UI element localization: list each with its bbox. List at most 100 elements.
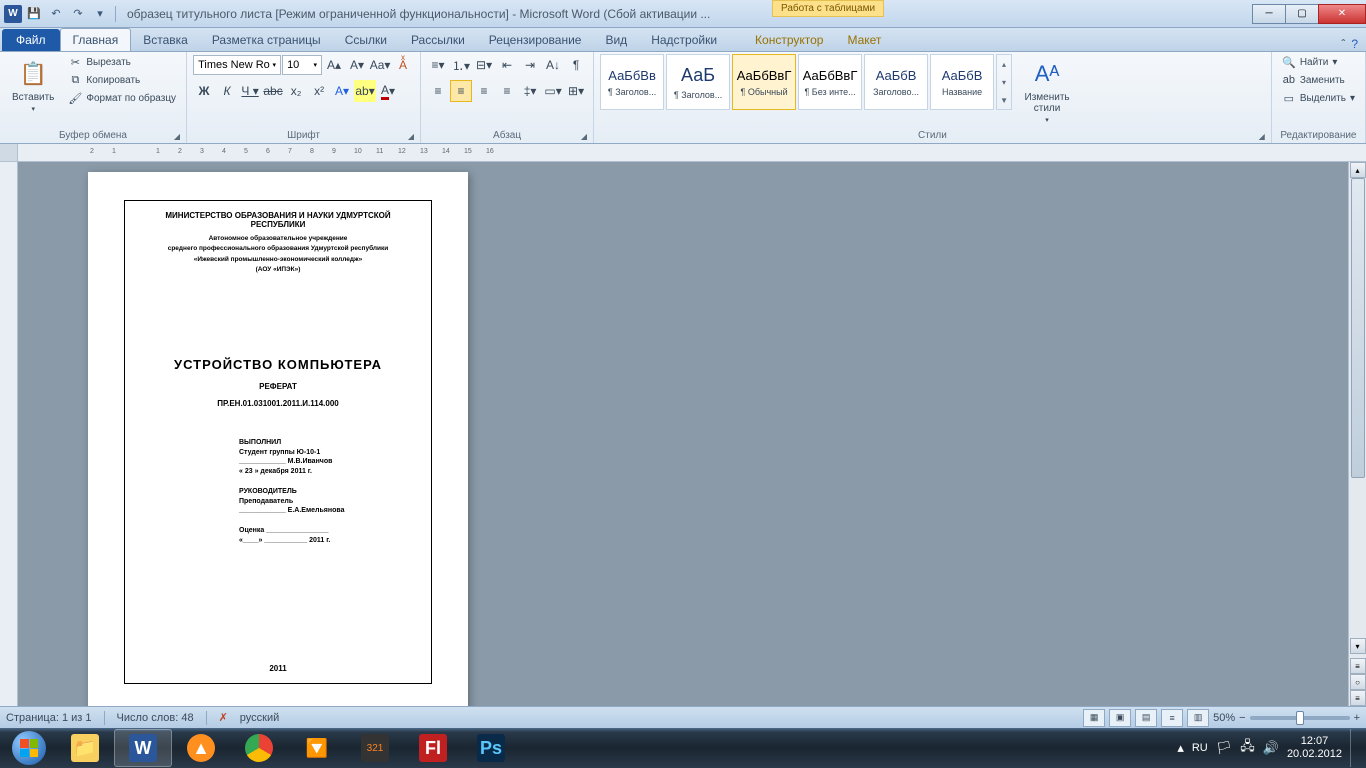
change-case-button[interactable]: Aa▾ [369, 54, 391, 76]
replace-button[interactable]: abЗаменить [1278, 72, 1359, 88]
zoom-slider-thumb[interactable] [1296, 711, 1304, 725]
underline-button[interactable]: Ч ▾ [239, 80, 261, 102]
zoom-in-button[interactable]: + [1354, 712, 1360, 724]
font-launcher[interactable]: ◢ [408, 132, 414, 141]
qat-customize-icon[interactable]: ▾ [90, 4, 110, 24]
close-button[interactable]: ✕ [1318, 4, 1366, 24]
view-full-screen[interactable]: ▣ [1109, 709, 1131, 727]
decrease-indent-button[interactable]: ⇤ [496, 54, 518, 76]
style-subtitle[interactable]: АаБбВНазвание [930, 54, 994, 110]
font-size-combo[interactable]: 10▾ [282, 55, 322, 75]
increase-indent-button[interactable]: ⇥ [519, 54, 541, 76]
bullets-button[interactable]: ≡▾ [427, 54, 449, 76]
tray-clock[interactable]: 12:07 20.02.2012 [1287, 735, 1342, 761]
view-web-layout[interactable]: ▤ [1135, 709, 1157, 727]
tab-page-layout[interactable]: Разметка страницы [200, 29, 333, 51]
scroll-up-button[interactable]: ▴ [1350, 162, 1366, 178]
shading-button[interactable]: ▭▾ [542, 80, 564, 102]
highlight-button[interactable]: ab▾ [354, 80, 376, 102]
subscript-button[interactable]: x₂ [285, 80, 307, 102]
sort-button[interactable]: A↓ [542, 54, 564, 76]
shrink-font-button[interactable]: A▾ [346, 54, 368, 76]
text-effects-button[interactable]: A▾ [331, 80, 353, 102]
justify-button[interactable]: ≡ [496, 80, 518, 102]
task-mpc[interactable]: 321 [346, 729, 404, 767]
task-photoshop[interactable]: Ps [462, 729, 520, 767]
style-no-spacing[interactable]: АаБбВвГ¶ Без инте... [798, 54, 862, 110]
align-left-button[interactable]: ≡ [427, 80, 449, 102]
styles-launcher[interactable]: ◢ [1259, 132, 1265, 141]
find-button[interactable]: 🔍Найти ▾ [1278, 54, 1359, 70]
copy-button[interactable]: ⧉Копировать [64, 72, 180, 88]
tab-insert[interactable]: Вставка [131, 29, 200, 51]
task-chrome[interactable] [230, 729, 288, 767]
status-word-count[interactable]: Число слов: 48 [117, 712, 194, 724]
clipboard-launcher[interactable]: ◢ [174, 132, 180, 141]
show-desktop-button[interactable] [1350, 729, 1358, 767]
multilevel-button[interactable]: ⊟▾ [473, 54, 495, 76]
strikethrough-button[interactable]: abc [262, 80, 284, 102]
cut-button[interactable]: ✂Вырезать [64, 54, 180, 70]
tab-addins[interactable]: Надстройки [639, 29, 729, 51]
numbering-button[interactable]: ⒈▾ [450, 54, 472, 76]
next-page-button[interactable]: ≡ [1350, 690, 1366, 706]
paragraph-launcher[interactable]: ◢ [581, 132, 587, 141]
view-draft[interactable]: ▥ [1187, 709, 1209, 727]
font-color-button[interactable]: A▾ [377, 80, 399, 102]
line-spacing-button[interactable]: ‡▾ [519, 80, 541, 102]
paste-button[interactable]: 📋 Вставить ▾ [6, 54, 60, 117]
vertical-ruler[interactable] [0, 162, 18, 706]
scroll-thumb[interactable] [1351, 178, 1365, 478]
italic-button[interactable]: К [216, 80, 238, 102]
tab-references[interactable]: Ссылки [333, 29, 399, 51]
qat-save-icon[interactable]: 💾 [24, 4, 44, 24]
zoom-level[interactable]: 50% [1213, 712, 1235, 724]
tray-action-center-icon[interactable]: 🏳 [1216, 740, 1233, 756]
tray-network-icon[interactable]: 🖧 [1240, 737, 1255, 759]
vertical-scrollbar[interactable]: ▴ ▾ ≡ ○ ≡ [1348, 162, 1366, 706]
tray-show-hidden-icon[interactable]: ▴ [1177, 740, 1184, 756]
align-right-button[interactable]: ≡ [473, 80, 495, 102]
tab-home[interactable]: Главная [60, 28, 132, 51]
zoom-slider[interactable] [1250, 716, 1350, 720]
zoom-out-button[interactable]: − [1239, 712, 1245, 724]
tab-review[interactable]: Рецензирование [477, 29, 594, 51]
select-button[interactable]: ▭Выделить ▾ [1278, 90, 1359, 106]
tray-language[interactable]: RU [1192, 742, 1208, 754]
font-name-combo[interactable]: Times New Ro▾ [193, 55, 281, 75]
bold-button[interactable]: Ж [193, 80, 215, 102]
tab-mailings[interactable]: Рассылки [399, 29, 477, 51]
qat-redo-icon[interactable]: ↷ [68, 4, 88, 24]
style-title[interactable]: АаБбВЗаголово... [864, 54, 928, 110]
status-proofing-icon[interactable]: ✗ [219, 711, 228, 724]
clear-formatting-button[interactable]: Aͯ [392, 54, 414, 76]
scroll-down-button[interactable]: ▾ [1350, 638, 1366, 654]
borders-button[interactable]: ⊞▾ [565, 80, 587, 102]
status-page[interactable]: Страница: 1 из 1 [6, 712, 92, 724]
style-heading1[interactable]: АаБбВв¶ Заголов... [600, 54, 664, 110]
minimize-button[interactable]: ─ [1252, 4, 1286, 24]
superscript-button[interactable]: x² [308, 80, 330, 102]
task-aimp[interactable]: ▲ [172, 729, 230, 767]
task-flash[interactable]: Fl [404, 729, 462, 767]
qat-undo-icon[interactable]: ↶ [46, 4, 66, 24]
start-button[interactable] [2, 729, 56, 767]
help-icon[interactable]: ? [1351, 37, 1358, 51]
status-language[interactable]: русский [240, 712, 279, 724]
view-print-layout[interactable]: ▦ [1083, 709, 1105, 727]
grow-font-button[interactable]: A▴ [323, 54, 345, 76]
show-marks-button[interactable]: ¶ [565, 54, 587, 76]
tab-table-design[interactable]: Конструктор [743, 29, 835, 51]
view-outline[interactable]: ≡ [1161, 709, 1183, 727]
maximize-button[interactable]: ▢ [1285, 4, 1319, 24]
align-center-button[interactable]: ≡ [450, 80, 472, 102]
style-gallery-more[interactable]: ▴▾▼ [996, 54, 1012, 110]
minimize-ribbon-icon[interactable]: ˆ [1341, 37, 1345, 51]
style-heading2[interactable]: АаБ¶ Заголов... [666, 54, 730, 110]
task-downloads[interactable]: 🔽 [288, 729, 346, 767]
format-painter-button[interactable]: 🖌Формат по образцу [64, 90, 180, 106]
change-styles-button[interactable]: Aᴬ Изменить стили ▾ [1016, 54, 1078, 128]
prev-page-button[interactable]: ≡ [1350, 658, 1366, 674]
tab-file[interactable]: Файл [2, 29, 60, 51]
page-canvas[interactable]: МИНИСТЕРСТВО ОБРАЗОВАНИЯ И НАУКИ УДМУРТС… [18, 162, 1348, 706]
